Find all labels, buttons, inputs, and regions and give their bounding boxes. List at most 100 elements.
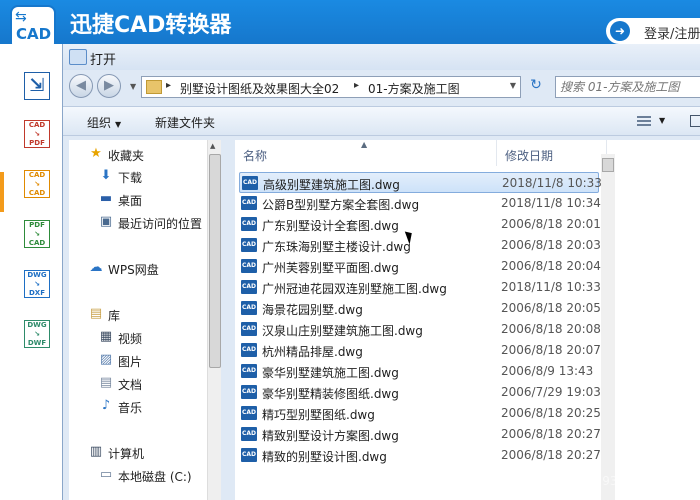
login-label: 登录/注册 bbox=[644, 27, 700, 42]
folder-icon bbox=[146, 80, 162, 94]
nav-scroll-thumb[interactable] bbox=[209, 154, 221, 368]
file-name: 汉泉山庄别墅建筑施工图.dwg bbox=[262, 324, 423, 338]
dialog-title: 打开 bbox=[90, 53, 117, 68]
app-header: ⇆ CAD 迅捷CAD转换器 ➜ 登录/注册 bbox=[0, 0, 700, 51]
sidebar-item-cad-version[interactable]: CAD ↘ CAD bbox=[24, 170, 52, 200]
breadcrumb-separator-icon[interactable]: ▸ bbox=[354, 80, 359, 91]
file-row[interactable]: CAD 豪华别墅建筑施工图.dwg 2006/8/9 13:43 bbox=[239, 361, 599, 382]
file-modified-date: 2006/8/18 20:25 bbox=[501, 406, 601, 420]
music-icon: ♪ bbox=[101, 398, 111, 413]
file-modified-date: 2018/11/8 10:33 bbox=[501, 280, 601, 294]
sidebar-item-pdf-to-cad[interactable]: PDF ↘ CAD bbox=[24, 220, 52, 250]
sidebar-item-dwg-to-dxf[interactable]: DWG ↘ DXF bbox=[24, 270, 52, 300]
download-folder-icon: ⬇ bbox=[100, 168, 112, 183]
file-list-scrollbar[interactable] bbox=[601, 154, 615, 500]
sidebar: ⇲ CAD ↘ PDF CAD ↘ CAD PDF ↘ CAD DWG ↘ DXF DWG ↘ DW… bbox=[0, 44, 62, 500]
sidebar-active-indicator bbox=[0, 172, 4, 212]
cloud-icon: ☁ bbox=[89, 260, 103, 275]
search-box[interactable] bbox=[555, 76, 700, 98]
dwg-file-icon: CAD bbox=[241, 364, 257, 378]
file-modified-date: 2006/8/9 13:43 bbox=[501, 364, 594, 378]
file-row[interactable]: CAD 精巧型别墅图纸.dwg 2006/8/18 20:25 bbox=[239, 403, 601, 424]
column-header-modified[interactable]: 修改日期 bbox=[497, 140, 607, 166]
cad-convert-icon: ⇲ bbox=[24, 72, 50, 100]
star-icon: ★ bbox=[90, 146, 102, 161]
file-name: 豪华别墅精装修图纸.dwg bbox=[262, 387, 399, 401]
preview-pane-icon[interactable] bbox=[690, 115, 700, 127]
file-row[interactable]: CAD 广州芙蓉别墅平面图.dwg 2006/8/18 20:04 bbox=[239, 256, 601, 277]
dwg-file-icon: CAD bbox=[241, 322, 257, 336]
file-row[interactable]: CAD 公爵B型别墅方案全套图.dwg 2018/11/8 10:34 bbox=[239, 193, 601, 214]
dwg-file-icon: CAD bbox=[241, 427, 257, 441]
file-row[interactable]: CAD 精致别墅设计方案图.dwg 2006/8/18 20:27 bbox=[239, 424, 601, 445]
file-modified-date: 2006/8/18 20:03 bbox=[501, 238, 601, 252]
file-name: 公爵B型别墅方案全套图.dwg bbox=[262, 198, 420, 212]
file-modified-date: 2006/8/18 20:08 bbox=[501, 322, 601, 336]
nav-scrollbar[interactable]: ▲ bbox=[207, 140, 221, 500]
file-row[interactable]: CAD 豪华别墅精装修图纸.dwg 2006/7/29 19:03 bbox=[239, 382, 601, 403]
breadcrumb-separator-icon[interactable]: ▸ bbox=[166, 80, 171, 91]
scroll-up-icon[interactable]: ▲ bbox=[210, 142, 215, 150]
pdf-to-cad-icon: PDF ↘ CAD bbox=[24, 220, 50, 248]
file-modified-date: 2018/11/8 10:34 bbox=[501, 196, 601, 210]
library-icon: ▤ bbox=[89, 306, 103, 321]
dialog-title-icon bbox=[69, 49, 87, 65]
drive-icon: ▭ bbox=[99, 467, 113, 482]
file-row[interactable]: CAD 广州冠迪花园双连别墅施工图.dwg 2018/11/8 10:33 bbox=[239, 277, 601, 298]
dwg-file-icon: CAD bbox=[241, 301, 257, 315]
file-modified-date: 2006/8/18 20:27 bbox=[501, 448, 601, 462]
sidebar-item-cad-to-pdf[interactable]: CAD ↘ PDF bbox=[24, 120, 52, 150]
dwg-file-icon: CAD bbox=[241, 280, 257, 294]
dwg-file-icon: CAD bbox=[241, 343, 257, 357]
file-scroll-thumb[interactable] bbox=[602, 158, 614, 172]
organize-button[interactable]: 组织 ▼ bbox=[87, 114, 121, 131]
watermark: https://blog.csdn.net/weixin_42935060 bbox=[414, 474, 649, 488]
file-name: 精致别墅设计方案图.dwg bbox=[262, 429, 399, 443]
file-row[interactable]: CAD 广东珠海别墅主楼设计.dwg 2006/8/18 20:03 bbox=[239, 235, 601, 256]
file-modified-date: 2018/11/8 10:33 bbox=[502, 176, 602, 190]
breadcrumb-current[interactable]: 01-方案及施工图 bbox=[368, 80, 460, 97]
forward-button[interactable]: ▶ bbox=[97, 74, 121, 98]
view-dropdown-icon[interactable]: ▼ bbox=[659, 116, 665, 125]
dwg-file-icon: CAD bbox=[241, 385, 257, 399]
file-row[interactable]: CAD 汉泉山庄别墅建筑施工图.dwg 2006/8/18 20:08 bbox=[239, 319, 601, 340]
address-bar[interactable]: ▸ 别墅设计图纸及效果图大全02 ▸ 01-方案及施工图 ▼ bbox=[141, 76, 521, 98]
open-file-dialog: 打开 ◀ ▶ ▼ ▸ 别墅设计图纸及效果图大全02 ▸ 01-方案及施工图 ▼ … bbox=[62, 44, 700, 500]
file-row[interactable]: CAD 广东别墅设计全套图.dwg 2006/8/18 20:01 bbox=[239, 214, 601, 235]
login-arrow-icon: ➜ bbox=[610, 21, 630, 41]
file-row[interactable]: CAD 杭州精品排屋.dwg 2006/8/18 20:07 bbox=[239, 340, 601, 361]
file-name: 豪华别墅建筑施工图.dwg bbox=[262, 366, 399, 380]
computer-icon: ▥ bbox=[89, 444, 103, 459]
dwg-to-dwf-icon: DWG ↘ DWF bbox=[24, 320, 50, 348]
refresh-icon[interactable]: ↻ bbox=[525, 77, 547, 97]
dwg-file-icon: CAD bbox=[241, 259, 257, 273]
file-modified-date: 2006/8/18 20:07 bbox=[501, 343, 601, 357]
sidebar-item-dwg-to-dwf[interactable]: DWG ↘ DWF bbox=[24, 320, 52, 350]
breadcrumb-parent[interactable]: 别墅设计图纸及效果图大全02 bbox=[180, 80, 339, 97]
file-name: 精致的别墅设计图.dwg bbox=[262, 450, 387, 464]
new-folder-button[interactable]: 新建文件夹 bbox=[155, 114, 215, 131]
sidebar-item-cad-convert[interactable]: ⇲ bbox=[24, 72, 52, 102]
video-icon: ▦ bbox=[99, 329, 113, 344]
view-options-icon[interactable] bbox=[637, 116, 651, 127]
dwg-file-icon: CAD bbox=[241, 217, 257, 231]
sync-arrows-icon: ⇆ bbox=[15, 9, 27, 25]
file-modified-date: 2006/8/18 20:04 bbox=[501, 259, 601, 273]
search-input[interactable] bbox=[560, 79, 700, 95]
cad-to-pdf-icon: CAD ↘ PDF bbox=[24, 120, 50, 148]
file-row[interactable]: CAD 高级别墅建筑施工图.dwg 2018/11/8 10:33 bbox=[239, 172, 602, 193]
dwg-file-icon: CAD bbox=[241, 196, 257, 210]
back-button[interactable]: ◀ bbox=[69, 74, 93, 98]
file-row[interactable]: CAD 精致的别墅设计图.dwg 2006/8/18 20:27 bbox=[239, 445, 601, 466]
login-button[interactable]: ➜ 登录/注册 bbox=[606, 18, 700, 44]
app-title: 迅捷CAD转换器 bbox=[70, 13, 232, 38]
recent-locations-dropdown[interactable]: ▼ bbox=[130, 82, 136, 91]
file-name: 广东别墅设计全套图.dwg bbox=[262, 219, 399, 233]
file-name: 海景花园别墅.dwg bbox=[262, 303, 363, 317]
file-modified-date: 2006/8/18 20:27 bbox=[501, 427, 601, 441]
address-dropdown-icon[interactable]: ▼ bbox=[510, 81, 516, 90]
file-row[interactable]: CAD 海景花园别墅.dwg 2006/8/18 20:05 bbox=[239, 298, 601, 319]
logo-text: CAD bbox=[16, 25, 52, 43]
file-name: 高级别墅建筑施工图.dwg bbox=[263, 178, 400, 192]
cad-version-icon: CAD ↘ CAD bbox=[24, 170, 50, 198]
